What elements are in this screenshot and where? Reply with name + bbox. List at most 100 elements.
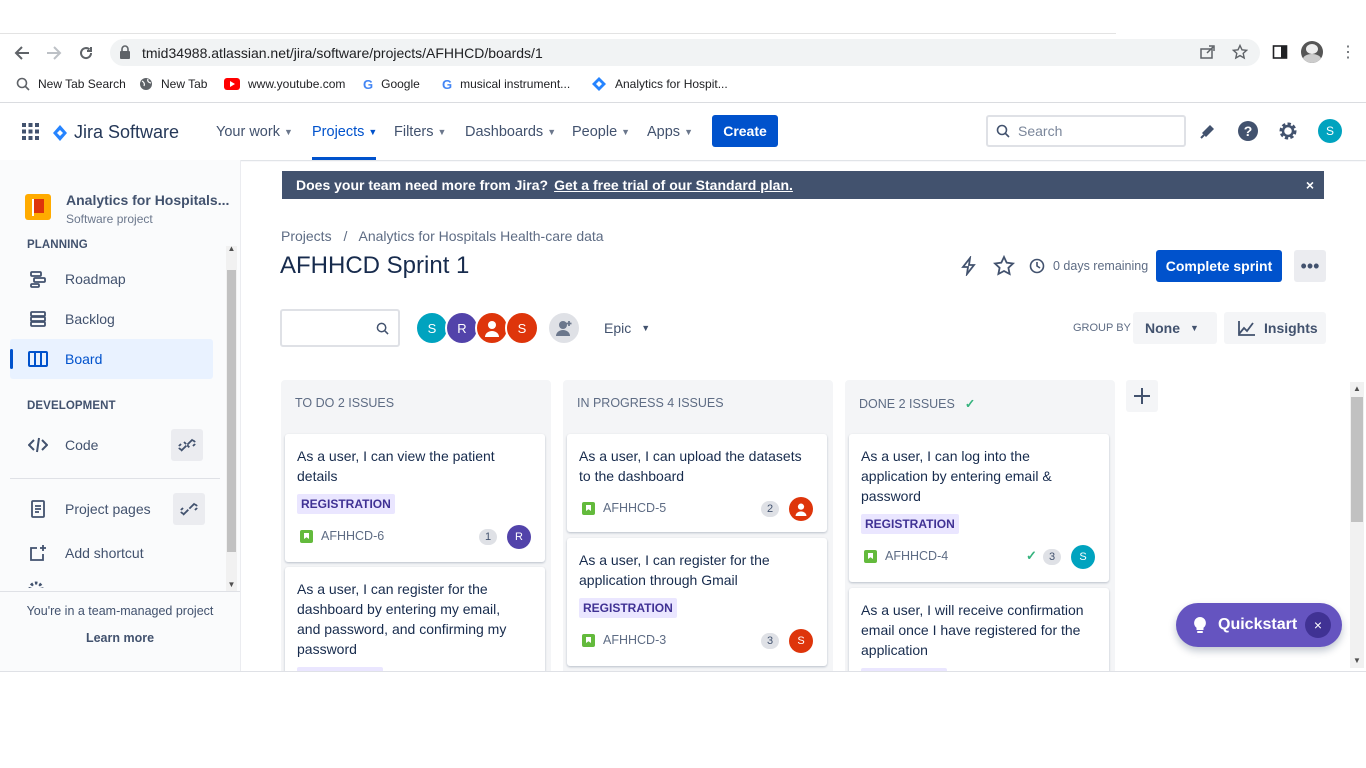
issue-key[interactable]: AFHHCD-3 [603, 633, 666, 647]
issue-key[interactable]: AFHHCD-5 [603, 501, 666, 515]
column-title: IN PROGRESS 4 ISSUES [577, 396, 724, 410]
banner-link[interactable]: Get a free trial of our Standard plan. [554, 177, 793, 193]
assignee-avatar[interactable]: S [789, 629, 813, 653]
issue-key[interactable]: AFHHCD-4 [885, 549, 948, 563]
unlink-icon[interactable] [171, 429, 203, 461]
group-by-select[interactable]: None ▼ [1133, 312, 1217, 344]
team-managed-note: You're in a team-managed project [26, 604, 214, 618]
scroll-down-arrow-icon[interactable]: ▼ [1350, 656, 1364, 665]
assignee-filter-avatar[interactable]: S [505, 311, 539, 345]
jira-top-nav: Jira Software Your work ▼ Projects ▼ Filte… [0, 103, 1366, 160]
add-shortcut-icon [27, 542, 49, 564]
complete-sprint-button[interactable]: Complete sprint [1156, 250, 1282, 282]
group-by-label: GROUP BY [1073, 322, 1131, 334]
bookmark-analytics[interactable]: Analytics for Hospit... [591, 76, 728, 92]
forward-icon[interactable] [43, 42, 65, 64]
issue-card[interactable]: As a user, I can view the patient detail… [285, 434, 545, 562]
assignee-avatar[interactable] [789, 497, 813, 521]
bookmark-musical[interactable]: G musical instrument... [442, 76, 570, 92]
board-icon [27, 348, 49, 370]
scroll-up-arrow-icon[interactable]: ▲ [226, 244, 237, 256]
learn-more-link[interactable]: Learn more [0, 631, 240, 645]
unlink-icon[interactable] [173, 493, 205, 525]
automation-lightning-icon[interactable] [959, 254, 979, 281]
sidebar-item-board[interactable]: Board [10, 339, 213, 379]
more-actions-button[interactable]: ••• [1294, 250, 1326, 282]
story-icon [582, 634, 595, 647]
bookmark-label: www.youtube.com [248, 77, 346, 91]
nav-projects[interactable]: Projects ▼ [312, 103, 377, 160]
sidebar-item-label: Code [65, 437, 99, 453]
sidebar-item-label: Roadmap [65, 271, 126, 287]
star-icon[interactable] [992, 254, 1016, 282]
issue-key[interactable]: AFHHCD-6 [321, 529, 384, 543]
breadcrumb-projects[interactable]: Projects [281, 228, 332, 244]
search-input[interactable]: Search [986, 115, 1186, 147]
issue-label: REGISTRATION [579, 598, 677, 618]
bookmark-youtube[interactable]: www.youtube.com [224, 76, 345, 92]
profile-avatar[interactable] [1301, 41, 1323, 63]
nav-apps[interactable]: Apps ▼ [647, 103, 693, 160]
assignee-filter-avatar[interactable] [475, 311, 509, 345]
epic-filter[interactable]: Epic ▼ [604, 320, 650, 336]
bookmark-google[interactable]: G Google [363, 76, 420, 92]
sidebar-item-label: Add shortcut [65, 545, 144, 561]
issue-card[interactable]: As a user, I can register for the dashbo… [285, 567, 545, 671]
nav-dashboards[interactable]: Dashboards ▼ [465, 103, 556, 160]
sidebar-item-backlog[interactable]: Backlog [10, 299, 213, 339]
nav-your-work[interactable]: Your work ▼ [216, 103, 293, 160]
issue-card[interactable]: As a user, I can log into the applicatio… [849, 434, 1109, 582]
sidebar-item-label: Board [65, 351, 103, 367]
assignee-filter-avatar[interactable]: R [445, 311, 479, 345]
project-name[interactable]: Analytics for Hospitals... [66, 192, 229, 208]
assignee-avatar[interactable]: S [1071, 545, 1095, 569]
reload-icon[interactable] [75, 42, 97, 64]
user-avatar[interactable]: S [1318, 119, 1342, 143]
side-panel-icon[interactable] [1272, 44, 1288, 65]
star-bookmark-icon[interactable] [1231, 43, 1249, 65]
settings-gear-icon[interactable] [1276, 119, 1300, 143]
notifications-icon[interactable] [1196, 119, 1220, 143]
assignee-avatar[interactable]: R [507, 525, 531, 549]
issue-card[interactable]: As a user, I will receive confirmation e… [849, 588, 1109, 671]
url-text[interactable]: tmid34988.atlassian.net/jira/software/pr… [142, 45, 543, 61]
chevron-down-icon: ▼ [437, 126, 447, 137]
sidebar-scroll-thumb[interactable] [227, 270, 236, 552]
breadcrumb-project[interactable]: Analytics for Hospitals Health-care data [358, 228, 603, 244]
lock-icon[interactable] [119, 45, 131, 64]
issue-card[interactable]: As a user, I can upload the datasets to … [567, 434, 827, 532]
close-icon[interactable]: × [1306, 177, 1314, 193]
sidebar-item-roadmap[interactable]: Roadmap [10, 259, 213, 299]
browser-menu-icon[interactable]: ⋮ [1340, 42, 1356, 62]
jira-logo[interactable]: Jira Software [52, 122, 179, 143]
project-avatar[interactable] [25, 194, 51, 220]
create-button[interactable]: Create [712, 115, 778, 147]
sidebar-item-add-shortcut[interactable]: Add shortcut [10, 533, 213, 573]
bookmark-new-tab-search[interactable]: New Tab Search [16, 76, 126, 92]
close-icon[interactable]: × [1305, 612, 1331, 638]
nav-filters[interactable]: Filters ▼ [394, 103, 446, 160]
help-icon[interactable]: ? [1236, 119, 1260, 143]
add-column-button[interactable] [1126, 380, 1158, 412]
bookmark-new-tab[interactable]: New Tab [139, 76, 207, 92]
app-switcher-icon[interactable] [22, 123, 39, 145]
column-header: IN PROGRESS 4 ISSUES [577, 396, 724, 410]
assignee-filter-avatar[interactable]: S [415, 311, 449, 345]
scroll-up-arrow-icon[interactable]: ▲ [1350, 384, 1364, 393]
planning-heading: PLANNING [27, 239, 88, 251]
nav-people[interactable]: People ▼ [572, 103, 630, 160]
issue-label: REGISTRATION [861, 514, 959, 534]
board-search-input[interactable] [280, 309, 400, 347]
chevron-down-icon: ▼ [1190, 323, 1199, 333]
sidebar-divider [10, 478, 220, 479]
share-icon[interactable] [1199, 44, 1215, 65]
back-icon[interactable] [11, 42, 33, 64]
insights-button[interactable]: Insights [1224, 312, 1326, 344]
browser-chrome: tmid34988.atlassian.net/jira/software/pr… [0, 0, 1366, 103]
add-people-icon[interactable] [547, 311, 581, 345]
issue-card[interactable]: As a user, I can register for the applic… [567, 538, 827, 666]
days-remaining: 0 days remaining [1053, 259, 1149, 273]
board-scroll-thumb[interactable] [1351, 397, 1363, 522]
page-title: AFHHCD Sprint 1 [280, 252, 470, 279]
story-icon [582, 502, 595, 515]
